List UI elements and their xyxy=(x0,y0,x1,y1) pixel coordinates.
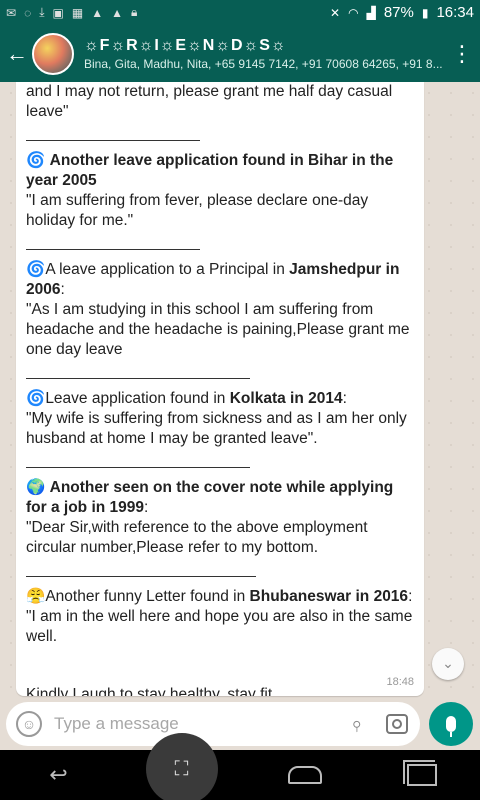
composer: ☺ ⌕ xyxy=(0,700,480,750)
divider xyxy=(26,467,250,468)
paragraph-2-body: "I am suffering from fever, please decla… xyxy=(26,192,369,229)
status-bar: ✉ ◌ ⤓ ▣ ▦ ▲ ▲ 🔒︎ ✕ ◠ ▟ 87% ▮ 16:34 xyxy=(0,0,480,25)
paragraph-6-body: "I am in the well here and hope you are … xyxy=(26,608,413,645)
battery-icon: ▮ xyxy=(421,5,429,20)
paragraph-3-body: "As I am studying in this school I am su… xyxy=(26,301,410,358)
wifi-icon: ◠ xyxy=(348,5,359,20)
paragraph-3-colon: : xyxy=(60,281,65,298)
back-arrow-icon[interactable]: ← xyxy=(2,41,32,67)
overflow-menu-icon[interactable]: ⋮ xyxy=(444,42,480,65)
paragraph-4-bold: Kolkata in 2014 xyxy=(229,390,343,407)
paragraph-1: and I may not return, please grant me ha… xyxy=(26,83,393,120)
paragraph-2-title: 🌀 Another leave application found in Bih… xyxy=(26,151,414,191)
divider xyxy=(26,576,256,577)
group-members: Bina, Gita, Madhu, Nita, +65 9145 7142, … xyxy=(84,56,443,71)
chat-area: and I may not return, please grant me ha… xyxy=(0,82,480,700)
message-text: and I may not return, please grant me ha… xyxy=(26,82,414,696)
warning-icon: ▲ xyxy=(91,5,104,20)
signal-icon: ▟ xyxy=(366,5,376,20)
paragraph-6-pre: Another funny Letter found in xyxy=(45,588,250,605)
paragraph-2-heading: Another leave application found in Bihar… xyxy=(26,152,394,189)
paragraph-3-pre: A leave application to a Principal in xyxy=(45,261,290,278)
paragraph-4-pre: Leave application found in xyxy=(45,390,230,407)
huffing-face-emoji: 😤 xyxy=(26,588,46,605)
paragraph-4-colon: : xyxy=(342,390,347,407)
recents-icon xyxy=(402,760,437,786)
globe-emoji: 🌍 xyxy=(26,479,46,496)
attachment-icon[interactable]: ⌕ xyxy=(340,707,375,742)
group-info[interactable]: ☼F☼R☼I☼E☼N☼D☼S☼ Bina, Gita, Madhu, Nita,… xyxy=(84,37,444,71)
group-avatar[interactable] xyxy=(32,32,74,75)
gallery-icon: ▦ xyxy=(71,5,84,20)
closing-line: Kindly Laugh to stay healthy, stay fit.. xyxy=(26,686,281,696)
camera-icon[interactable] xyxy=(386,714,408,734)
scroll-down-button[interactable]: ⌄ xyxy=(432,648,464,680)
email-icon: ✉ xyxy=(6,5,17,20)
recents-nav-button[interactable] xyxy=(392,760,452,786)
paragraph-4-body: "My wife is suffering from sickness and … xyxy=(26,410,407,447)
emoji-icon[interactable]: ☺ xyxy=(16,711,42,737)
system-nav-bar: ↩ ⛶ xyxy=(0,733,480,800)
divider xyxy=(26,378,250,379)
home-icon xyxy=(287,766,322,784)
cyclone-emoji: 🌀 xyxy=(26,152,46,169)
paragraph-5-title: 🌍 Another seen on the cover note while a… xyxy=(26,478,414,518)
paragraph-5-body: "Dear Sir,with reference to the above em… xyxy=(26,519,368,556)
screenshot-capture-icon[interactable]: ⛶ xyxy=(145,733,218,800)
image-icon: ▣ xyxy=(52,5,64,20)
clock: 16:34 xyxy=(436,4,474,21)
microphone-button[interactable] xyxy=(429,702,473,746)
home-nav-button[interactable] xyxy=(275,766,335,784)
paragraph-4-title: 🌀Leave application found in Kolkata in 2… xyxy=(26,389,414,409)
lock-icon: 🔒︎ xyxy=(130,5,138,19)
paragraph-6-colon: : xyxy=(408,588,413,605)
back-nav-icon[interactable]: ↩ xyxy=(29,762,89,788)
message-time: 18:48 xyxy=(386,676,414,688)
battery-level: 87% xyxy=(383,4,414,21)
paragraph-6-title: 😤Another funny Letter found in Bhubanesw… xyxy=(26,587,414,607)
double-chevron-down-icon: ⌄ xyxy=(442,655,454,671)
divider xyxy=(26,140,200,141)
message-input[interactable] xyxy=(54,714,344,734)
paragraph-3-title: 🌀A leave application to a Principal in J… xyxy=(26,260,414,300)
notification-icons: ✉ ◌ ⤓ ▣ ▦ ▲ ▲ 🔒︎ xyxy=(6,5,137,20)
microphone-icon xyxy=(446,716,456,737)
whatsapp-icon: ◌ xyxy=(24,5,32,20)
divider xyxy=(26,249,200,250)
message-input-container: ☺ ⌕ xyxy=(6,702,420,746)
paragraph-5-colon: : xyxy=(144,499,149,516)
paragraph-6-bold: Bhubaneswar in 2016 xyxy=(249,588,409,605)
group-title: ☼F☼R☼I☼E☼N☼D☼S☼ xyxy=(84,36,287,54)
cyclone-emoji: 🌀 xyxy=(26,261,46,278)
download-icon: ⤓ xyxy=(39,5,45,19)
chat-header: ← ☼F☼R☼I☼E☼N☼D☼S☼ Bina, Gita, Madhu, Nit… xyxy=(0,25,480,82)
warning-icon: ▲ xyxy=(111,5,123,20)
cyclone-emoji: 🌀 xyxy=(26,390,46,407)
message-bubble[interactable]: and I may not return, please grant me ha… xyxy=(16,82,424,696)
paragraph-5-heading: Another seen on the cover note while app… xyxy=(26,479,394,516)
mute-icon: ✕ xyxy=(330,5,341,20)
